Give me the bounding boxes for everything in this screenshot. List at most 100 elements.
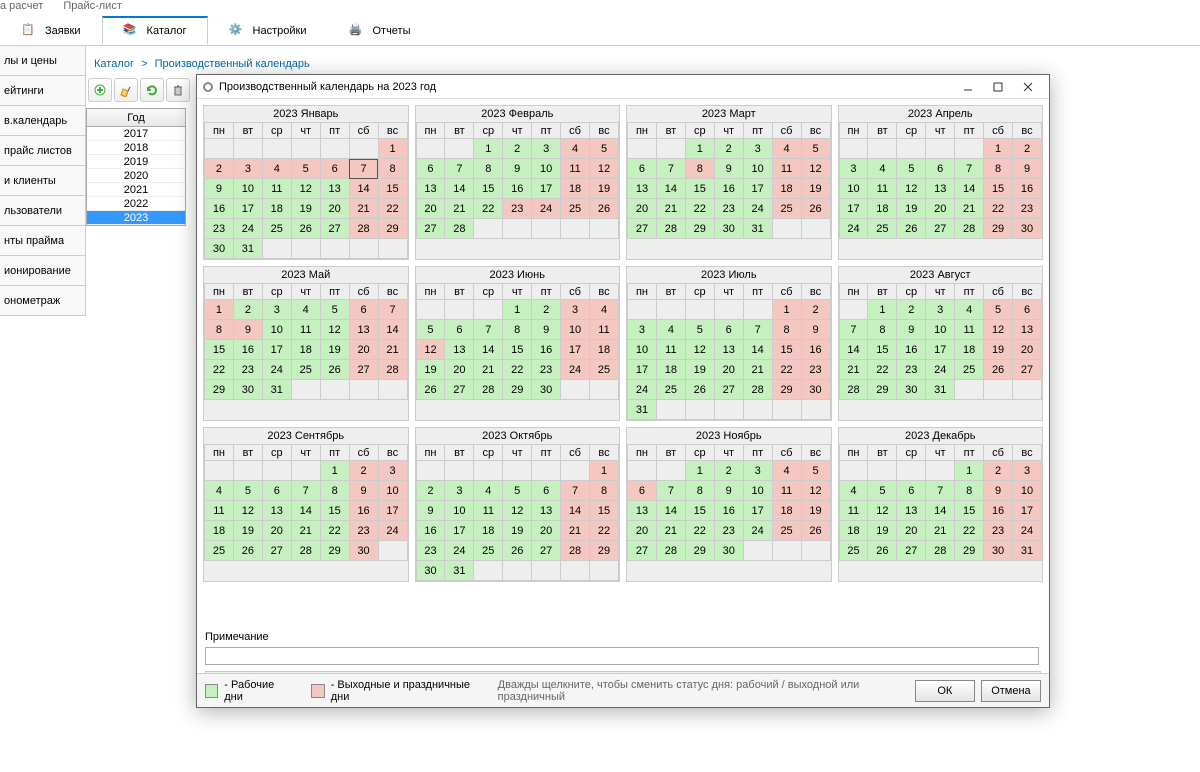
calendar-day[interactable]: 16 — [416, 521, 445, 541]
calendar-day[interactable]: 30 — [984, 541, 1013, 561]
calendar-day[interactable]: 16 — [801, 340, 830, 360]
calendar-day[interactable]: 7 — [743, 320, 772, 340]
calendar-day[interactable]: 28 — [349, 219, 378, 239]
calendar-day[interactable]: 30 — [532, 380, 561, 400]
calendar-day[interactable]: 1 — [868, 300, 897, 320]
calendar-day[interactable]: 24 — [1013, 521, 1042, 541]
calendar-day[interactable]: 24 — [532, 199, 561, 219]
ribbon-tab-3[interactable]: 🖨️Отчеты — [327, 16, 431, 45]
calendar-day[interactable]: 25 — [772, 521, 801, 541]
calendar-day[interactable]: 8 — [955, 481, 984, 501]
calendar-day[interactable]: 30 — [416, 561, 445, 581]
calendar-day[interactable]: 6 — [262, 481, 291, 501]
calendar-day[interactable]: 6 — [532, 481, 561, 501]
calendar-day[interactable]: 28 — [743, 380, 772, 400]
calendar-day[interactable]: 12 — [868, 501, 897, 521]
calendar-day[interactable]: 20 — [262, 521, 291, 541]
calendar-day[interactable]: 21 — [656, 521, 685, 541]
calendar-day[interactable]: 8 — [503, 320, 532, 340]
calendar-day[interactable]: 19 — [897, 199, 926, 219]
calendar-day[interactable]: 6 — [1013, 300, 1042, 320]
calendar-day[interactable]: 25 — [772, 199, 801, 219]
calendar-day[interactable]: 8 — [772, 320, 801, 340]
calendar-day[interactable]: 1 — [685, 139, 714, 159]
calendar-day[interactable]: 12 — [233, 501, 262, 521]
calendar-day[interactable]: 13 — [349, 320, 378, 340]
calendar-day[interactable]: 11 — [561, 159, 590, 179]
calendar-day[interactable]: 18 — [291, 340, 320, 360]
calendar-day[interactable]: 7 — [291, 481, 320, 501]
calendar-day[interactable]: 18 — [262, 199, 291, 219]
calendar-day[interactable]: 17 — [378, 501, 407, 521]
calendar-day[interactable]: 9 — [897, 320, 926, 340]
calendar-day[interactable]: 13 — [628, 179, 657, 199]
calendar-day[interactable]: 29 — [590, 541, 619, 561]
nav-item-4[interactable]: и клиенты — [0, 166, 86, 196]
calendar-day[interactable]: 9 — [801, 320, 830, 340]
calendar-day[interactable]: 9 — [532, 320, 561, 340]
calendar-day[interactable]: 5 — [416, 320, 445, 340]
calendar-day[interactable]: 29 — [378, 219, 407, 239]
calendar-day[interactable]: 8 — [590, 481, 619, 501]
calendar-day[interactable]: 22 — [685, 199, 714, 219]
calendar-day[interactable]: 20 — [445, 360, 474, 380]
calendar-day[interactable]: 4 — [474, 481, 503, 501]
calendar-day[interactable]: 16 — [205, 199, 234, 219]
calendar-day[interactable]: 13 — [926, 179, 955, 199]
calendar-day[interactable]: 17 — [561, 340, 590, 360]
calendar-day[interactable]: 16 — [233, 340, 262, 360]
ribbon-tab-2[interactable]: ⚙️Настройки — [208, 16, 328, 45]
calendar-day[interactable]: 22 — [205, 360, 234, 380]
calendar-day[interactable]: 4 — [205, 481, 234, 501]
calendar-day[interactable]: 14 — [378, 320, 407, 340]
calendar-day[interactable]: 27 — [416, 219, 445, 239]
calendar-day[interactable]: 17 — [743, 501, 772, 521]
calendar-day[interactable]: 9 — [714, 159, 743, 179]
calendar-day[interactable]: 28 — [656, 541, 685, 561]
calendar-day[interactable]: 12 — [291, 179, 320, 199]
calendar-day[interactable]: 8 — [868, 320, 897, 340]
calendar-day[interactable]: 15 — [984, 179, 1013, 199]
calendar-day[interactable]: 12 — [503, 501, 532, 521]
calendar-day[interactable]: 10 — [378, 481, 407, 501]
calendar-day[interactable]: 19 — [801, 179, 830, 199]
calendar-day[interactable]: 25 — [291, 360, 320, 380]
calendar-day[interactable]: 16 — [349, 501, 378, 521]
calendar-day[interactable]: 24 — [743, 521, 772, 541]
calendar-day[interactable]: 15 — [868, 340, 897, 360]
calendar-day[interactable]: 7 — [955, 159, 984, 179]
calendar-day[interactable]: 25 — [205, 541, 234, 561]
calendar-day[interactable]: 2 — [801, 300, 830, 320]
calendar-day[interactable]: 2 — [714, 139, 743, 159]
calendar-day[interactable]: 4 — [772, 461, 801, 481]
calendar-day[interactable]: 17 — [445, 521, 474, 541]
calendar-day[interactable]: 26 — [868, 541, 897, 561]
minimize-button[interactable] — [953, 77, 983, 97]
calendar-day[interactable]: 25 — [561, 199, 590, 219]
calendar-day[interactable]: 29 — [868, 380, 897, 400]
calendar-day[interactable]: 1 — [984, 139, 1013, 159]
calendar-day[interactable]: 7 — [839, 320, 868, 340]
calendar-day[interactable]: 26 — [897, 219, 926, 239]
calendar-day[interactable]: 27 — [628, 219, 657, 239]
calendar-day[interactable]: 27 — [532, 541, 561, 561]
calendar-day[interactable]: 2 — [205, 159, 234, 179]
calendar-day[interactable]: 14 — [349, 179, 378, 199]
calendar-day[interactable]: 19 — [503, 521, 532, 541]
calendar-day[interactable]: 15 — [772, 340, 801, 360]
calendar-day[interactable]: 17 — [628, 360, 657, 380]
calendar-day[interactable]: 21 — [955, 199, 984, 219]
calendar-day[interactable]: 21 — [291, 521, 320, 541]
nav-item-6[interactable]: нты прайма — [0, 226, 86, 256]
calendar-day[interactable]: 15 — [378, 179, 407, 199]
calendar-day[interactable]: 21 — [926, 521, 955, 541]
calendar-day[interactable]: 20 — [1013, 340, 1042, 360]
calendar-day[interactable]: 22 — [868, 360, 897, 380]
calendar-day[interactable]: 19 — [868, 521, 897, 541]
breadcrumb-page[interactable]: Производственный календарь — [155, 58, 310, 70]
calendar-day[interactable]: 11 — [262, 179, 291, 199]
nav-item-8[interactable]: онометраж — [0, 286, 86, 316]
calendar-day[interactable]: 18 — [955, 340, 984, 360]
calendar-day[interactable]: 1 — [685, 461, 714, 481]
calendar-day[interactable]: 18 — [561, 179, 590, 199]
